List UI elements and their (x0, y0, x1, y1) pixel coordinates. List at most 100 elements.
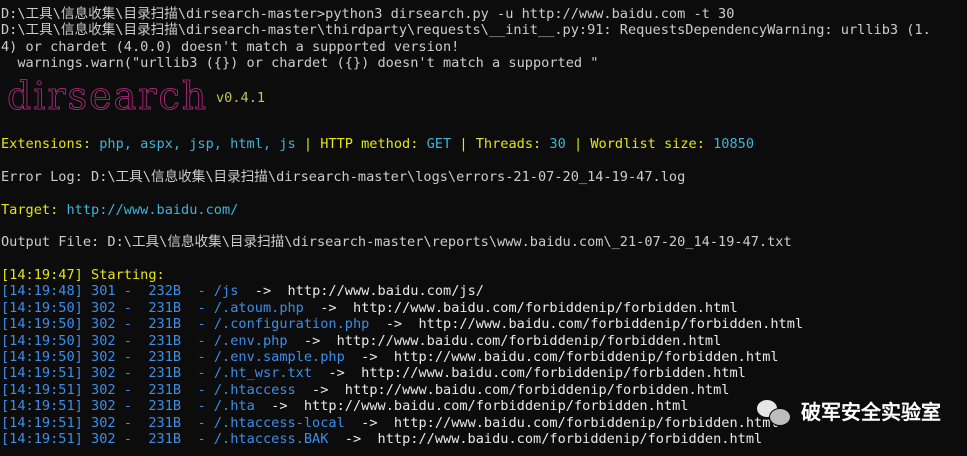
result-row: [14:19:48] 301 - 232B - /js -> http://ww… (1, 283, 967, 299)
result-redirect: http://www.baidu.com/forbiddenip/forbidd… (303, 398, 689, 415)
result-path: /.ht_wsr.txt (213, 365, 313, 382)
result-row: [14:19:50] 302 - 231B - /.env.php -> htt… (1, 333, 967, 349)
result-separator: - (115, 299, 149, 316)
result-time: [14:19:50] (1, 316, 83, 333)
result-status: 302 (91, 365, 116, 382)
result-path: /.atoum.php (213, 299, 304, 316)
result-time: [14:19:51] (1, 365, 83, 382)
starting-line: [14:19:47] Starting: (1, 267, 173, 284)
threads-label: Threads: (475, 135, 550, 152)
result-size: 231B (148, 332, 182, 349)
result-separator: - (181, 365, 214, 382)
result-size: 231B (148, 381, 182, 398)
result-status: 302 (91, 316, 116, 333)
warning-line: 4) or chardet (4.0.0) doesn't match a su… (1, 38, 460, 55)
result-path: /.hta (213, 398, 255, 415)
result-separator: - (181, 398, 214, 415)
result-path: /.htaccess.BAK (213, 430, 329, 447)
result-status: 302 (91, 299, 116, 316)
result-status: 302 (91, 430, 116, 447)
result-redirect: http://www.baidu.com/forbiddenip/forbidd… (418, 316, 804, 333)
result-time: [14:19:50] (1, 349, 83, 366)
result-size: 231B (148, 430, 182, 447)
result-path: /.env.php (213, 332, 288, 349)
config-line: Extensions: php, aspx, jsp, html, js | H… (1, 136, 967, 152)
result-size: 231B (148, 414, 182, 431)
wordlist-label: Wordlist size: (590, 135, 714, 152)
result-path: /.configuration.php (213, 316, 370, 333)
result-separator: - (115, 430, 149, 447)
result-size: 231B (148, 398, 182, 415)
result-status: 302 (91, 332, 116, 349)
result-separator: - (181, 414, 214, 431)
result-separator: - (115, 283, 149, 300)
warning-line: warnings.warn("urllib3 ({}) or chardet (… (1, 55, 599, 72)
extensions-label: Extensions: (1, 135, 100, 152)
result-arrow: -> (312, 365, 362, 382)
result-separator: - (115, 332, 149, 349)
result-separator: - (181, 283, 214, 300)
result-path: /.env.sample.php (213, 349, 345, 366)
result-separator: - (115, 349, 149, 366)
method-label: HTTP method: (320, 135, 427, 152)
separator: | (565, 135, 591, 152)
result-separator: - (181, 299, 214, 316)
dirsearch-logo: dirsearch (7, 73, 209, 118)
wechat-icon (757, 398, 791, 426)
warning-line: D:\工具\信息收集\目录扫描\dirsearch-master\thirdpa… (1, 22, 931, 39)
result-separator: - (181, 430, 214, 447)
separator: | (451, 135, 476, 152)
result-arrow: -> (287, 332, 337, 349)
banner: dirsearch v0.4.1 (1, 73, 967, 136)
method-value: GET (426, 135, 452, 152)
command-line: D:\工具\信息收集\目录扫描\dirsearch-master>python3… (1, 6, 735, 22)
result-separator: - (115, 398, 149, 415)
result-redirect: http://www.baidu.com/forbiddenip/forbidd… (344, 381, 730, 398)
result-separator: - (115, 316, 149, 333)
threads-value: 30 (549, 135, 566, 152)
result-path: /.htaccess (213, 381, 296, 398)
result-time: [14:19:51] (1, 430, 83, 447)
result-row: [14:19:50] 302 - 231B - /.atoum.php -> h… (1, 300, 967, 316)
result-status: 302 (91, 398, 116, 415)
result-time: [14:19:51] (1, 381, 83, 398)
result-redirect: http://www.baidu.com/forbiddenip/forbidd… (336, 332, 722, 349)
target-line: Target: http://www.baidu.com/ (1, 202, 967, 218)
terminal-window[interactable]: D:\工具\信息收集\目录扫描\dirsearch-master>python3… (1, 6, 967, 456)
result-time: [14:19:51] (1, 414, 83, 431)
error-log-line: Error Log: D:\工具\信息收集\目录扫描\dirsearch-mas… (1, 168, 686, 185)
result-status: 302 (91, 349, 116, 366)
result-size: 231B (148, 299, 182, 316)
result-path: /js (213, 283, 239, 300)
result-status: 301 (91, 283, 116, 300)
result-arrow: -> (369, 316, 419, 333)
result-separator: - (115, 381, 149, 398)
result-separator: - (181, 332, 214, 349)
result-redirect: http://www.baidu.com/forbiddenip/forbidd… (393, 414, 779, 431)
result-arrow: -> (344, 349, 394, 366)
result-redirect: http://www.baidu.com/forbiddenip/forbidd… (393, 349, 779, 366)
result-redirect: http://www.baidu.com/forbiddenip/forbidd… (377, 430, 763, 447)
result-size: 231B (148, 316, 182, 333)
result-separator: - (181, 316, 214, 333)
result-size: 231B (148, 365, 182, 382)
separator: | (295, 135, 321, 152)
result-separator: - (181, 349, 214, 366)
result-time: [14:19:50] (1, 299, 83, 316)
target-label: Target: (1, 201, 67, 218)
result-arrow: -> (295, 381, 345, 398)
result-status: 302 (91, 381, 116, 398)
extensions-value: php, aspx, jsp, html, js (99, 135, 296, 152)
result-arrow: -> (344, 414, 394, 431)
result-size: 232B (148, 283, 182, 300)
